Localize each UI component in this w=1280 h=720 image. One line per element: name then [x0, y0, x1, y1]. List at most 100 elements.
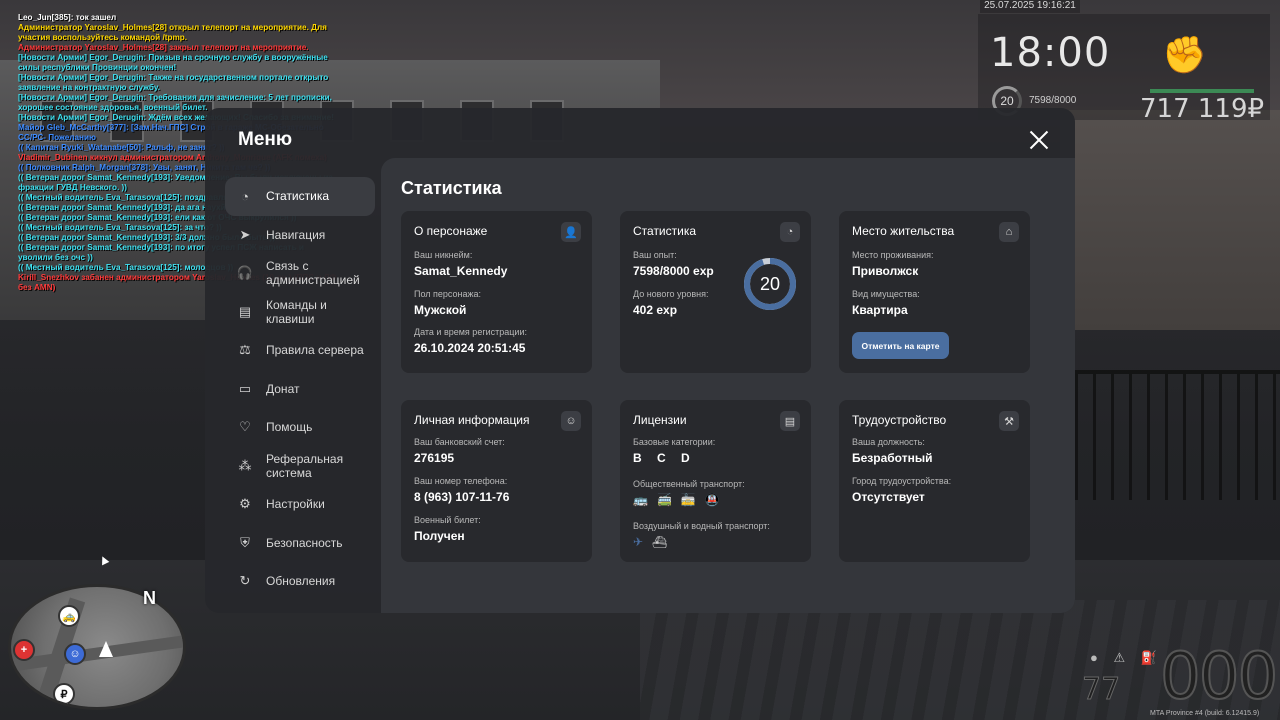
- card-title: Трудоустройство: [852, 413, 947, 427]
- nav-item[interactable]: ⛨ Безопасность: [225, 524, 375, 563]
- chat-line: [Новости Армии] Egor_Derugin: Также на г…: [18, 73, 329, 92]
- gender-value: Мужской: [414, 303, 467, 317]
- money-icon: ₽: [53, 683, 75, 705]
- document-icon: ▤: [238, 303, 252, 319]
- bank-value: 276195: [414, 451, 455, 465]
- pickaxe-icon: ⚒: [999, 411, 1019, 431]
- nav-item-label: Донат: [266, 381, 300, 396]
- trolleybus-icon: 🚎: [656, 493, 672, 507]
- nav-item-label: Обновления: [266, 574, 336, 589]
- shield-icon: ⛨: [240, 534, 250, 550]
- network-icon: ⁂: [238, 457, 252, 473]
- card-persona: О персонаже 👤 Ваш никнейм: Samat_Kennedy…: [401, 211, 592, 373]
- nav-item[interactable]: ◔ Статистика: [225, 177, 375, 216]
- police-icon: ☺: [64, 643, 86, 665]
- stats-panel: Статистика О персонаже 👤 Ваш никнейм: Sa…: [381, 158, 1075, 613]
- face-icon: ☺: [561, 411, 581, 431]
- hud-time: 18:00: [990, 30, 1111, 76]
- mark-on-map-button[interactable]: Отметить на карте: [852, 332, 949, 359]
- position-label: Ваша должность:: [852, 437, 925, 447]
- pie-chart-icon: ◔: [780, 222, 800, 242]
- tram-icon: 🚋: [680, 493, 696, 507]
- air-water-label: Воздушный и водный транспорт:: [633, 521, 770, 531]
- nav-item[interactable]: ⚖ Правила сервера: [225, 331, 375, 370]
- exp-value: 7598/8000 exp: [633, 264, 714, 278]
- heart-hand-icon: ♡: [239, 419, 251, 435]
- building-right: [1060, 110, 1280, 330]
- exp-label: Ваш опыт:: [633, 250, 677, 260]
- city-value: Отсутствует: [852, 490, 925, 504]
- chat-line: Leo_Jun[385]: ток зашел: [18, 13, 117, 22]
- health-bar: [1150, 89, 1254, 93]
- vehicle-status-icons: ● ⚠ ⛽: [1090, 650, 1163, 665]
- nav-item-label: Навигация: [266, 227, 326, 242]
- card-residence: Место жительства ⌂ Место проживания: При…: [839, 211, 1030, 373]
- nav-item-label: Настройки: [266, 497, 325, 512]
- card-personal: Личная информация ☺ Ваш банковский счет:…: [401, 400, 592, 562]
- nav-item-label: Реферальная система: [266, 451, 344, 480]
- reg-label: Дата и время регистрации:: [414, 327, 527, 337]
- close-icon[interactable]: [1027, 128, 1051, 152]
- chat-line: Администратор Yaroslav_Holmes[28] закрыл…: [18, 43, 309, 52]
- card-employment: Трудоустройство ⚒ Ваша должность: Безраб…: [839, 400, 1030, 562]
- fist-icon: ✊: [1162, 34, 1207, 75]
- position-value: Безработный: [852, 451, 933, 465]
- bank-label: Ваш банковский счет:: [414, 437, 505, 447]
- nav-item-label: Статистика: [266, 189, 330, 204]
- refresh-check-icon: ↻: [239, 573, 251, 589]
- nav-item-label: Правила сервера: [266, 343, 364, 358]
- nav-item[interactable]: ➤ Навигация: [225, 216, 375, 255]
- chat-line: Администратор Yaroslav_Holmes[28] открыл…: [18, 23, 327, 42]
- taxi-icon: 🚕: [58, 605, 80, 627]
- hud-datetime: 25.07.2025 19:16:21: [980, 0, 1080, 13]
- card-title: Место жительства: [852, 224, 955, 238]
- card-title: Статистика: [633, 224, 697, 238]
- card-statistics: Статистика ◔ Ваш опыт: 7598/8000 exp До …: [620, 211, 811, 373]
- nav-item[interactable]: ⁂ Реферальная система: [225, 447, 375, 486]
- bus-icon: 🚌: [633, 493, 648, 507]
- public-transport-label: Общественный транспорт:: [633, 479, 745, 489]
- fuel-readout: 77: [1081, 672, 1121, 708]
- nav-item-label: Помощь: [266, 420, 313, 435]
- hospital-icon: +: [13, 639, 35, 661]
- wallet-icon: ▭: [238, 380, 252, 396]
- next-level-value: 402 exp: [633, 303, 678, 317]
- home-icon: ⌂: [999, 222, 1019, 242]
- military-label: Военный билет:: [414, 515, 481, 525]
- license-icon: ▤: [780, 411, 800, 431]
- gear-icon: ⚙: [239, 496, 251, 512]
- build-info: MTA Province #4 (build: 6.12415.9): [1150, 710, 1260, 717]
- menu-nav: ◔ Статистика ➤ Навигация 🎧 Связь с администра…: [225, 177, 375, 601]
- plane-icon: ✈: [633, 535, 644, 549]
- chat-line: [Новости Армии] Egor_Derugin: Призыв на …: [18, 53, 328, 72]
- base-categories-label: Базовые категории:: [633, 437, 716, 447]
- scales-icon: ⚖: [239, 342, 251, 358]
- nav-item-label: Команды и клавиши: [266, 297, 327, 326]
- minimap: 🚕 ☺ ₽ +: [8, 584, 186, 710]
- nav-item[interactable]: ⚙ Настройки: [225, 485, 375, 524]
- next-level-label: До нового уровня:: [633, 289, 709, 299]
- north-icon: N: [143, 588, 156, 608]
- base-categories-value: B C D: [633, 451, 696, 465]
- nav-item[interactable]: ▭ Донат: [225, 370, 375, 409]
- speedometer: 000: [1159, 639, 1279, 715]
- card-title: О персонаже: [414, 224, 488, 238]
- player-arrow-icon: [99, 641, 113, 657]
- card-title: Лицензии: [633, 413, 687, 427]
- military-value: Получен: [414, 529, 465, 543]
- hud-exp: 7598/8000: [1029, 95, 1077, 106]
- nav-item[interactable]: 🎧 Связь с администрацией: [225, 254, 375, 293]
- boat-icon: ⛴: [652, 535, 668, 549]
- place-label: Место проживания:: [852, 250, 934, 260]
- headset-icon: 🎧: [236, 265, 254, 281]
- card-licenses: Лицензии ▤ Базовые категории: B C D Обще…: [620, 400, 811, 562]
- gender-label: Пол персонажа:: [414, 289, 482, 299]
- nav-item-label: Связь с администрацией: [266, 259, 360, 288]
- pie-chart-icon: ◔: [241, 188, 249, 204]
- nav-item[interactable]: ♡ Помощь: [225, 408, 375, 447]
- nav-item[interactable]: ↻ Обновления: [225, 562, 375, 601]
- nickname-label: Ваш никнейм:: [414, 250, 473, 260]
- nav-item[interactable]: ▤ Команды и клавиши: [225, 293, 375, 332]
- city-label: Город трудоустройства:: [852, 476, 952, 486]
- level-value: 20: [759, 273, 781, 294]
